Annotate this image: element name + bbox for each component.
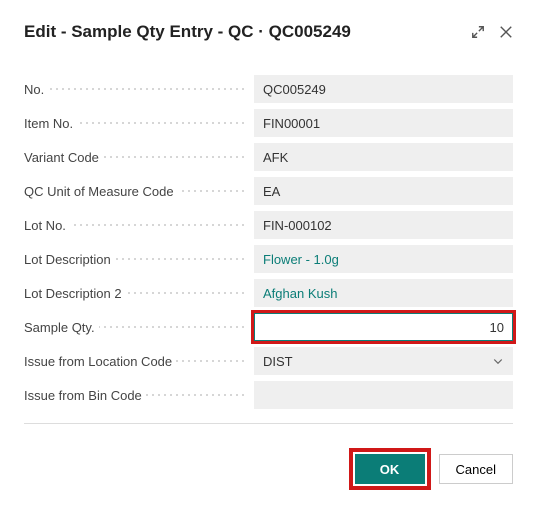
form: No. QC005249 Item No. FIN00001 Variant C…	[24, 72, 513, 412]
value-variant-code[interactable]: AFK	[254, 143, 513, 171]
label-issue-bin: Issue from Bin Code	[24, 388, 146, 403]
value-lot-desc[interactable]: Flower - 1.0g	[254, 245, 513, 273]
input-sample-qty[interactable]	[254, 313, 513, 341]
ok-button[interactable]: OK	[355, 454, 425, 484]
label-variant-code: Variant Code	[24, 150, 103, 165]
divider	[24, 423, 513, 424]
expand-icon[interactable]	[471, 25, 485, 39]
label-lot-desc2: Lot Description 2	[24, 286, 126, 301]
chevron-down-icon	[492, 355, 504, 367]
value-qc-uom[interactable]: EA	[254, 177, 513, 205]
value-item-no[interactable]: FIN00001	[254, 109, 513, 137]
cancel-button[interactable]: Cancel	[439, 454, 513, 484]
value-no[interactable]: QC005249	[254, 75, 513, 103]
label-lot-desc: Lot Description	[24, 252, 115, 267]
label-sample-qty: Sample Qty.	[24, 320, 99, 335]
value-issue-loc: DIST	[263, 354, 293, 369]
label-no: No.	[24, 82, 48, 97]
value-lot-desc2[interactable]: Afghan Kush	[254, 279, 513, 307]
value-issue-bin[interactable]	[254, 381, 513, 409]
label-item-no: Item No.	[24, 116, 77, 131]
dropdown-issue-location[interactable]: DIST	[254, 347, 513, 375]
label-lot-no: Lot No.	[24, 218, 70, 233]
label-qc-uom: QC Unit of Measure Code	[24, 184, 178, 199]
value-lot-no[interactable]: FIN-000102	[254, 211, 513, 239]
close-icon[interactable]	[499, 25, 513, 39]
label-issue-loc: Issue from Location Code	[24, 354, 176, 369]
dialog-title: Edit - Sample Qty Entry - QC · QC005249	[24, 22, 351, 42]
